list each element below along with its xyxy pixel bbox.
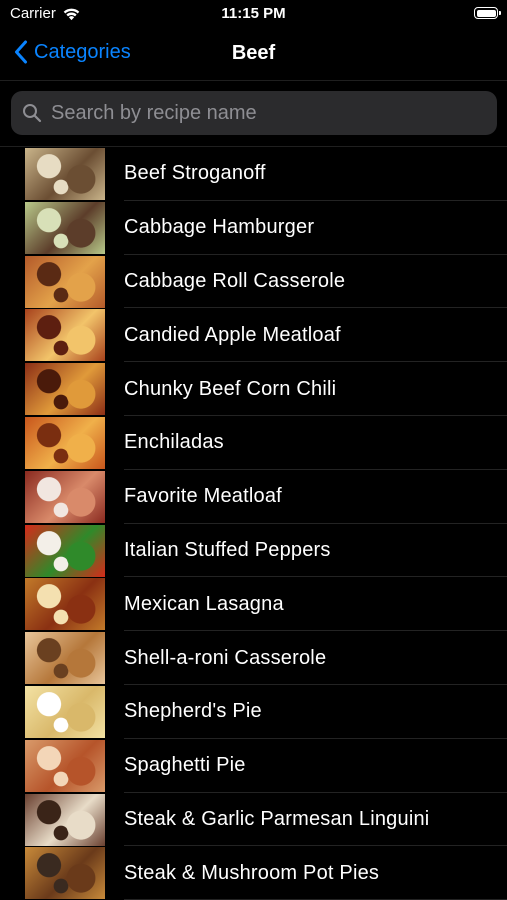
list-item[interactable]: Mexican Lasagna: [0, 577, 507, 631]
list-item[interactable]: Steak & Mushroom Pot Pies: [0, 846, 507, 900]
recipe-thumbnail: [25, 685, 105, 738]
list-item[interactable]: Candied Apple Meatloaf: [0, 308, 507, 362]
recipe-name: Shepherd's Pie: [124, 700, 262, 723]
recipe-thumbnail: [25, 148, 105, 200]
recipe-list: Beef Stroganoff Cabbage Hamburger Cabbage …: [0, 147, 507, 900]
list-item[interactable]: Favorite Meatloaf: [0, 470, 507, 524]
status-bar: Carrier 11:15 PM: [0, 0, 507, 30]
recipe-thumbnail: [25, 847, 105, 900]
recipe-name: Enchiladas: [124, 431, 224, 454]
list-item[interactable]: Shepherd's Pie: [0, 685, 507, 739]
recipe-thumbnail: [25, 309, 105, 362]
recipe-name: Italian Stuffed Peppers: [124, 538, 331, 561]
recipe-thumbnail: [25, 739, 105, 792]
recipe-thumbnail: [25, 363, 105, 416]
status-time: 11:15 PM: [221, 5, 286, 22]
list-item[interactable]: Shell-a-roni Casserole: [0, 631, 507, 685]
list-item[interactable]: Beef Stroganoff: [0, 147, 507, 201]
recipe-thumbnail: [25, 416, 105, 469]
recipe-name: Favorite Meatloaf: [124, 485, 282, 508]
recipe-name: Cabbage Hamburger: [124, 216, 315, 239]
recipe-thumbnail: [25, 578, 105, 631]
recipe-name: Candied Apple Meatloaf: [124, 323, 341, 346]
list-item[interactable]: Cabbage Hamburger: [0, 201, 507, 255]
recipe-thumbnail: [25, 793, 105, 846]
list-item[interactable]: Italian Stuffed Peppers: [0, 524, 507, 578]
recipe-name: Cabbage Roll Casserole: [124, 269, 346, 292]
list-item[interactable]: Spaghetti Pie: [0, 739, 507, 793]
recipe-thumbnail: [25, 632, 105, 685]
recipe-name: Steak & Mushroom Pot Pies: [124, 861, 380, 884]
recipe-name: Mexican Lasagna: [124, 592, 284, 615]
list-item[interactable]: Steak & Garlic Parmesan Linguini: [0, 793, 507, 847]
recipe-thumbnail: [25, 255, 105, 308]
recipe-thumbnail: [25, 201, 105, 254]
recipe-name: Beef Stroganoff: [124, 162, 266, 185]
page-title: Beef: [231, 42, 276, 64]
navigation-bar: Categories Beef: [0, 30, 507, 81]
recipe-name: Chunky Beef Corn Chili: [124, 377, 337, 400]
list-item[interactable]: Enchiladas: [0, 416, 507, 470]
battery-icon: [474, 7, 501, 19]
recipe-name: Steak & Garlic Parmesan Linguini: [124, 807, 430, 830]
recipe-name: Shell-a-roni Casserole: [124, 646, 327, 669]
recipe-thumbnail: [25, 524, 105, 577]
search-icon: [23, 104, 42, 123]
list-item[interactable]: Cabbage Roll Casserole: [0, 255, 507, 309]
recipe-name: Spaghetti Pie: [124, 754, 246, 777]
search-bar[interactable]: [11, 91, 497, 135]
recipe-thumbnail: [25, 470, 105, 523]
list-item[interactable]: Chunky Beef Corn Chili: [0, 362, 507, 416]
search-input[interactable]: [49, 100, 497, 126]
